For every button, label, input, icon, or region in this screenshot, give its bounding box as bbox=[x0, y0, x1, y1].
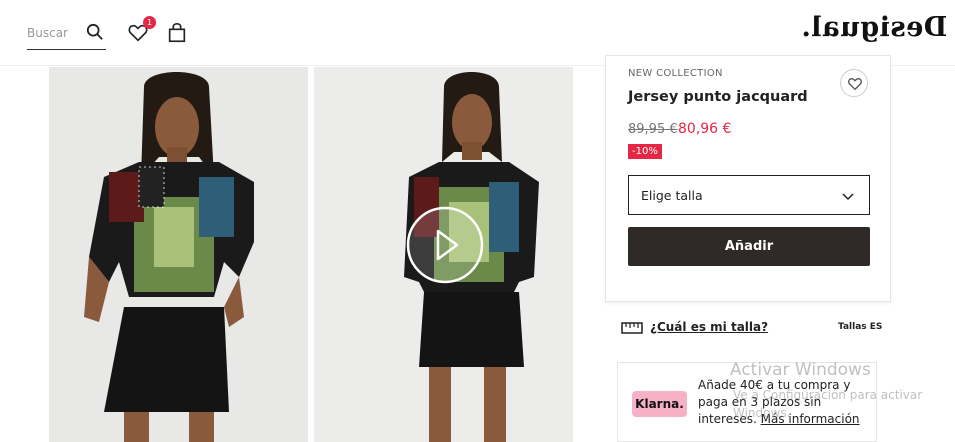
windows-watermark-text: Ve a Configuración para activar Windows. bbox=[733, 388, 923, 420]
search-input[interactable]: Buscar bbox=[27, 26, 68, 40]
original-price: 89,95 € bbox=[628, 122, 678, 137]
discount-badge: -10% bbox=[628, 144, 662, 159]
search-icon[interactable] bbox=[86, 23, 104, 41]
add-to-cart-button[interactable]: Añadir bbox=[628, 227, 870, 266]
klarna-logo: Klarna. bbox=[632, 391, 687, 417]
heart-icon bbox=[848, 77, 862, 91]
wishlist-count-badge: 1 bbox=[143, 16, 156, 29]
ruler-icon bbox=[621, 322, 643, 334]
search-field[interactable]: Buscar bbox=[27, 20, 106, 50]
sale-price: 80,96 € bbox=[678, 121, 732, 137]
shopping-bag-icon[interactable] bbox=[166, 22, 188, 44]
size-region-label: Tallas ES bbox=[838, 322, 883, 332]
product-photo-video[interactable] bbox=[314, 67, 573, 442]
collection-tag: NEW COLLECTION bbox=[628, 68, 723, 79]
windows-watermark-title: Activar Windows bbox=[730, 360, 871, 380]
size-dropdown-label: Elige talla bbox=[641, 188, 703, 203]
product-info-panel: NEW COLLECTION Jersey punto jacquard 89,… bbox=[605, 55, 891, 302]
product-photo-front[interactable] bbox=[49, 67, 308, 442]
size-dropdown[interactable]: Elige talla bbox=[628, 175, 870, 215]
chevron-down-icon bbox=[842, 193, 854, 201]
add-to-wishlist-button[interactable] bbox=[840, 69, 868, 97]
product-title: Jersey punto jacquard bbox=[628, 89, 808, 105]
size-guide-link[interactable]: ¿Cuál es mi talla? bbox=[650, 320, 768, 334]
brand-logo[interactable]: Desigual. bbox=[801, 12, 947, 43]
